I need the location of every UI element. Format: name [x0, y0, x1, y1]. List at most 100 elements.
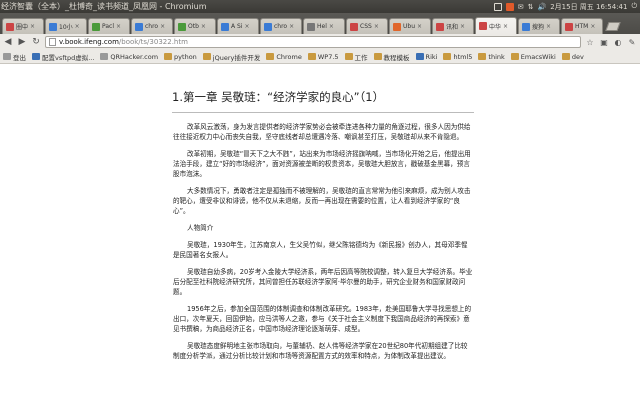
reload-icon[interactable]: ↻	[31, 37, 41, 47]
tab-close-icon[interactable]: ×	[289, 23, 294, 30]
url-path: /book/ts/30322.htm	[118, 38, 188, 46]
article-title: 1.第一章 吴敬琏：“经济学家的良心”（1）	[172, 90, 385, 104]
browser-tab[interactable]: A Si ×	[217, 18, 259, 34]
network-indicator-icon[interactable]: ⇅	[528, 3, 534, 11]
article-body: 改革风云激荡，身为发言提供者的经济学家势必会被牵连进各种力量的角逐过程，很多人因…	[172, 122, 474, 361]
tab-close-icon[interactable]: ×	[374, 23, 379, 30]
tab-label: 10小	[59, 24, 73, 31]
clock[interactable]: 2月15日 周五 16:54:41	[550, 2, 627, 12]
bookmark-label: 教程模板	[383, 53, 410, 62]
bookmark-item[interactable]: 教程模板	[373, 52, 410, 62]
bookmark-item[interactable]: python	[164, 53, 197, 61]
tab-close-icon[interactable]: ×	[590, 23, 595, 30]
chromium-indicator-icon[interactable]	[493, 2, 502, 11]
bookmark-label: python	[174, 52, 197, 61]
bookmark-item[interactable]: EmacsWiki	[510, 52, 556, 61]
star-icon[interactable]: ☆	[585, 37, 595, 47]
bookmark-label: html5	[453, 52, 473, 61]
tab-label: HTM	[575, 23, 589, 30]
extension-icon[interactable]: ◐	[613, 37, 623, 47]
power-icon[interactable]: ⏻	[631, 2, 637, 11]
tab-close-icon[interactable]: ×	[75, 23, 80, 30]
new-tab-button[interactable]	[605, 22, 621, 31]
bookmark-item[interactable]: jQuery插件开发	[202, 52, 260, 62]
mail-indicator-icon[interactable]: ✉	[518, 3, 524, 11]
forward-arrow-icon[interactable]: ▶	[17, 37, 27, 47]
wrench-icon[interactable]: ✎	[627, 37, 637, 47]
tab-favicon-icon	[565, 22, 573, 31]
page-content: 1.第一章 吴敬琏：“经济学家的良心”（1） 改革风云激荡，身为发言提供者的经济…	[0, 65, 640, 400]
bookmark-label: Chrome	[276, 52, 302, 61]
article-paragraph: 1956年之后，参加全国范围的体制调查和体制改革研究。1983年，赴美国耶鲁大学…	[173, 305, 472, 333]
bookmark-item[interactable]: Riki	[415, 53, 437, 61]
tab-label: Otb	[188, 23, 199, 30]
tab-close-icon[interactable]: ×	[329, 23, 334, 30]
bookmark-item[interactable]: dev	[561, 52, 584, 61]
bookmark-item[interactable]: Chrome	[266, 53, 302, 61]
tab-label: CSS	[360, 23, 372, 30]
bookmark-item[interactable]: QRHacker.com	[100, 53, 158, 61]
browser-tab[interactable]: 圈中 ×	[2, 18, 44, 34]
tab-close-icon[interactable]: ×	[503, 23, 508, 30]
bookmark-item[interactable]: think	[478, 52, 505, 61]
tab-close-icon[interactable]: ×	[546, 23, 551, 30]
folder-icon	[510, 53, 519, 60]
browser-tab[interactable]: 中华 ×	[475, 17, 517, 34]
bookmark-label: QRHacker.com	[110, 52, 159, 61]
window-title: 经济智囊（全本）_杜博奇_读书频道_凤凰网 - Chromium	[1, 2, 207, 11]
tab-label: Pacl	[102, 23, 114, 30]
browser-tab[interactable]: 10小 ×	[45, 18, 87, 34]
bookmark-label: think	[488, 52, 505, 61]
tab-label: Hel	[317, 23, 327, 30]
bookmark-label: EmacsWiki	[520, 52, 556, 61]
tab-close-icon[interactable]: ×	[30, 23, 35, 30]
browser-tab[interactable]: chro ×	[260, 18, 302, 34]
browser-tab[interactable]: chro ×	[131, 18, 173, 34]
tab-label: Ubu	[403, 23, 416, 30]
tab-label: 中华	[489, 23, 502, 31]
extension-icon[interactable]: ▣	[599, 37, 609, 47]
bookmark-favicon-icon	[415, 53, 424, 60]
tab-favicon-icon	[522, 22, 530, 31]
tab-close-icon[interactable]: ×	[460, 23, 465, 30]
tab-favicon-icon	[135, 22, 143, 31]
bookmark-item[interactable]: 配置vsftpd虚拟...	[32, 52, 94, 62]
tab-close-icon[interactable]: ×	[160, 23, 165, 30]
browser-tab[interactable]: Pacl ×	[88, 18, 130, 34]
tab-close-icon[interactable]: ×	[116, 23, 121, 30]
notification-indicator-icon[interactable]	[505, 2, 514, 11]
bookmark-item[interactable]: WP7.5	[307, 53, 339, 61]
browser-tab[interactable]: Ubu ×	[389, 18, 431, 34]
tab-close-icon[interactable]: ×	[417, 23, 422, 30]
browser-tab[interactable]: HTM ×	[561, 18, 603, 34]
tab-favicon-icon	[307, 22, 315, 31]
tab-favicon-icon	[436, 22, 444, 31]
folder-icon	[344, 53, 353, 60]
browser-tab[interactable]: 讯和 ×	[432, 18, 474, 34]
browser-tab[interactable]: CSS ×	[346, 18, 388, 34]
bookmark-favicon-icon	[3, 53, 11, 60]
tab-label: 讯和	[446, 24, 459, 31]
tab-label: 圈中	[16, 24, 29, 31]
tab-favicon-icon	[92, 22, 100, 31]
tab-favicon-icon	[350, 22, 358, 31]
volume-indicator-icon[interactable]: 🔊	[537, 3, 546, 11]
browser-tab[interactable]: Otb ×	[174, 18, 216, 34]
browser-tab[interactable]: Hel ×	[303, 18, 345, 34]
bookmark-label: dev	[571, 52, 584, 61]
folder-icon	[266, 53, 275, 60]
tab-close-icon[interactable]: ×	[245, 23, 250, 30]
folder-icon	[478, 53, 487, 60]
bookmark-label: 配置vsftpd虚拟...	[42, 53, 95, 62]
article: 1.第一章 吴敬琏：“经济学家的良心”（1） 改革风云激荡，身为发言提供者的经济…	[172, 89, 474, 368]
bookmark-item[interactable]: 工作	[344, 52, 368, 62]
bookmark-item[interactable]: html5	[443, 53, 472, 61]
browser-tab[interactable]: 搜狗 ×	[518, 18, 560, 34]
address-bar[interactable]: v.book.ifeng.com/book/ts/30322.htm	[45, 36, 581, 48]
tab-label: 搜狗	[532, 24, 545, 31]
tab-close-icon[interactable]: ×	[201, 23, 206, 30]
folder-icon	[307, 53, 316, 60]
bookmark-item[interactable]: 登出	[3, 52, 26, 62]
back-arrow-icon[interactable]: ◀	[3, 37, 13, 47]
tab-favicon-icon	[221, 22, 229, 31]
